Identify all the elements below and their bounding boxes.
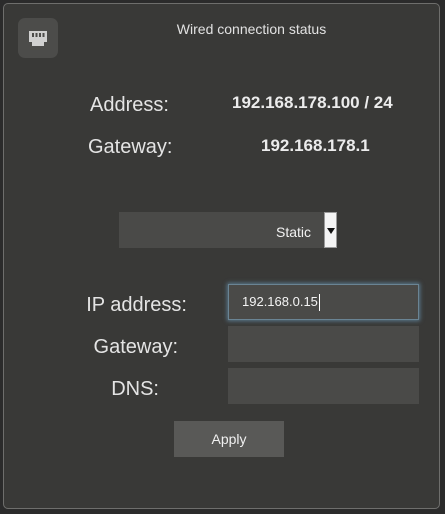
apply-button[interactable]: Apply	[174, 421, 284, 457]
window-title: Wired connection status	[176, 21, 327, 37]
connection-mode-value: Static	[275, 224, 311, 240]
gateway-label: Gateway:	[93, 336, 178, 358]
gateway-input[interactable]	[228, 326, 419, 362]
connection-mode-select[interactable]: Static	[119, 212, 337, 248]
connection-status-window: Wired connection status Address: 192.168…	[3, 3, 440, 509]
address-value: 192.168.178.100 / 24	[232, 93, 393, 112]
ip-address-input[interactable]: 192.168.0.15	[228, 284, 419, 320]
ip-address-value: 192.168.0.15	[242, 294, 318, 309]
dropdown-arrow-button[interactable]	[324, 212, 337, 248]
chevron-down-icon	[327, 228, 335, 234]
status-gateway-label: Gateway:	[88, 136, 173, 158]
text-caret	[318, 294, 320, 312]
address-label: Address:	[90, 94, 169, 116]
ip-address-label: IP address:	[86, 294, 187, 316]
status-gateway-value: 192.168.178.1	[261, 136, 370, 155]
ethernet-port-icon	[18, 18, 58, 58]
dns-label: DNS:	[111, 378, 159, 400]
dns-input[interactable]	[228, 368, 419, 404]
